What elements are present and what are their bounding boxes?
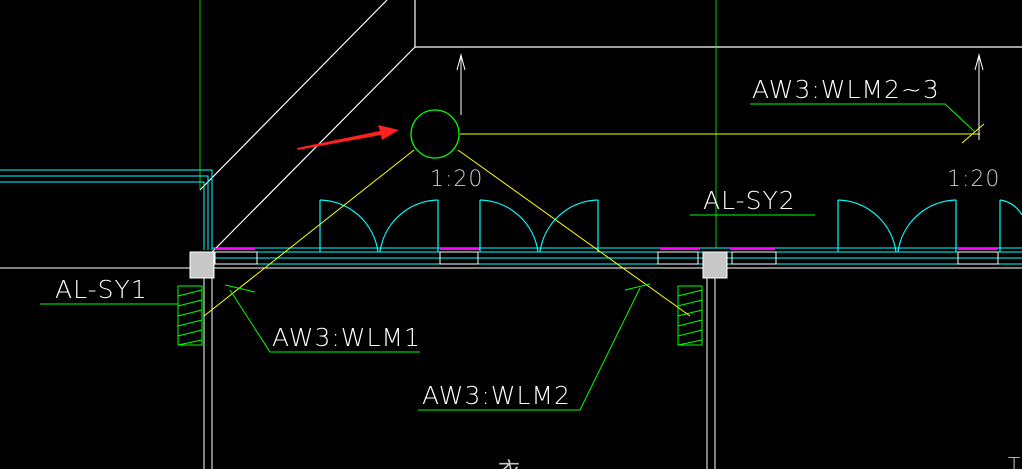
label-al-sy1: AL-SY1 — [55, 275, 148, 304]
label-wlm2-3: AW3:WLM2~3 — [752, 75, 940, 104]
label-al-sy2: AL-SY2 — [703, 186, 796, 215]
label-partial-right: T — [1008, 453, 1021, 469]
label-wlm1: AW3:WLM1 — [272, 323, 421, 352]
column-right — [702, 251, 728, 279]
label-scale-right: 1:20 — [947, 167, 1000, 192]
label-wlm2: AW3:WLM2 — [422, 381, 571, 410]
column-left — [189, 251, 215, 279]
label-scale-left: 1:20 — [430, 167, 483, 192]
cad-drawing-canvas: AW3:WLM2~3 1:20 1:20 AL-SY2 AL-SY1 AW3:W… — [0, 0, 1022, 469]
label-partial-bottom: 衣 ... — [498, 459, 553, 469]
